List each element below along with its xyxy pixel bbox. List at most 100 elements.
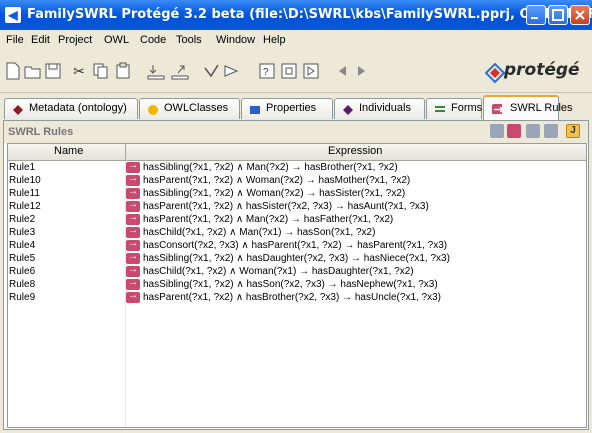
tab-owlclasses[interactable]: OWLClasses: [139, 98, 240, 119]
menu-bar: File Edit Project OWL Code Tools Window …: [0, 30, 592, 53]
table-row[interactable]: Rule5 hasSibling(?x1, ?x2) ∧ hasDaughter(…: [8, 251, 586, 265]
rules-list: Rule1 hasSibling(?x1, ?x2) ∧ Man(?x2) → h…: [8, 160, 586, 304]
table-row[interactable]: Rule9 hasParent(?x1, ?x2) ∧ hasBrother(?x…: [8, 290, 586, 304]
title-bar[interactable]: ◀ FamilySWRL Protégé 3.2 beta (file:\D:\…: [0, 0, 592, 30]
window-title: FamilySWRL Protégé 3.2 beta (file:\D:\SW…: [27, 7, 592, 22]
panel-title: SWRL Rules: [8, 126, 74, 138]
rule-arrow-icon: [492, 104, 502, 114]
view-rule-icon[interactable]: [490, 124, 504, 138]
copy-icon[interactable]: [92, 62, 110, 80]
rule-arrow-icon: [126, 160, 140, 173]
rule-expression: hasSibling(?x1, ?x2) ∧ Man(?x2) → hasBro…: [143, 162, 398, 173]
undo-icon[interactable]: [202, 62, 220, 80]
rule-expression: hasConsort(?x2, ?x3) ∧ hasParent(?x1, ?x…: [143, 240, 448, 251]
menu-window[interactable]: Window: [216, 34, 255, 46]
toolbar: ✂ ? protégé: [0, 52, 592, 93]
rule-name: Rule6: [9, 266, 36, 277]
rule-name: Rule1: [9, 162, 36, 173]
table-row[interactable]: Rule3 hasChild(?x1, ?x2) ∧ Man(?x1) → has…: [8, 225, 586, 239]
find-icon[interactable]: ?: [258, 62, 276, 80]
rule-arrow-icon: [126, 212, 140, 225]
rule-name: Rule11: [9, 188, 40, 199]
table-row[interactable]: Rule4 hasConsort(?x2, ?x3) ∧ hasParent(?x…: [8, 238, 586, 252]
table-row[interactable]: Rule6 hasChild(?x1, ?x2) ∧ Woman(?x1) → h…: [8, 264, 586, 278]
rule-expression: hasParent(?x1, ?x2) ∧ hasSister(?x2, ?x3…: [143, 201, 429, 212]
open-project-icon[interactable]: [24, 62, 42, 80]
rule-expression: hasParent(?x1, ?x2) ∧ Woman(?x2) → hasMo…: [143, 175, 411, 186]
diamond-icon: [13, 105, 23, 115]
swrl-rules-panel: SWRL Rules J Name Expression Rule1 hasSib…: [3, 120, 589, 430]
rule-expression: hasSibling(?x1, ?x2) ∧ hasSon(?x2, ?x3) …: [143, 279, 438, 290]
menu-file[interactable]: File: [6, 34, 24, 46]
insert-icon[interactable]: [146, 62, 165, 80]
rule-arrow-icon: [126, 199, 140, 212]
copy-rule-icon[interactable]: [526, 124, 540, 138]
paste-icon[interactable]: [114, 62, 132, 80]
rule-arrow-icon: [126, 225, 140, 238]
table-row[interactable]: Rule8 hasSibling(?x1, ?x2) ∧ hasSon(?x2, …: [8, 277, 586, 291]
rule-expression: hasChild(?x1, ?x2) ∧ Woman(?x1) → hasDau…: [143, 266, 414, 277]
maximize-button[interactable]: [548, 5, 568, 25]
table-row[interactable]: Rule1 hasSibling(?x1, ?x2) ∧ Man(?x2) → h…: [8, 160, 586, 174]
new-project-icon[interactable]: [4, 62, 22, 80]
rule-name: Rule10: [9, 175, 41, 186]
back-icon[interactable]: [334, 62, 352, 80]
tab-individuals[interactable]: Individuals: [334, 98, 425, 119]
rule-arrow-icon: [126, 251, 140, 264]
form-lines-icon: [435, 106, 445, 112]
close-button[interactable]: [570, 5, 590, 25]
rule-name: Rule8: [9, 279, 36, 290]
svg-text:?: ?: [263, 67, 269, 78]
table-row[interactable]: Rule2 hasParent(?x1, ?x2) ∧ Man(?x2) → ha…: [8, 212, 586, 226]
rule-expression: hasSibling(?x1, ?x2) ∧ hasDaughter(?x2, …: [143, 253, 450, 264]
redo-icon[interactable]: [222, 62, 240, 80]
menu-code[interactable]: Code: [140, 34, 166, 46]
menu-owl[interactable]: OWL: [104, 34, 129, 46]
rule-arrow-icon: [126, 290, 140, 303]
menu-project[interactable]: Project: [58, 34, 92, 46]
rule-arrow-icon: [126, 238, 140, 251]
tab-metadata[interactable]: Metadata (ontology): [4, 98, 138, 119]
table-row[interactable]: Rule11 hasSibling(?x1, ?x2) ∧ Woman(?x2) …: [8, 186, 586, 200]
rule-arrow-icon: [126, 186, 140, 199]
form-icon[interactable]: [280, 62, 298, 80]
menu-help[interactable]: Help: [263, 34, 286, 46]
jess-icon[interactable]: J: [566, 124, 580, 138]
rule-name: Rule9: [9, 292, 36, 303]
table-row[interactable]: Rule10 hasParent(?x1, ?x2) ∧ Woman(?x2) →…: [8, 173, 586, 187]
protege-logo-text: protégé: [504, 60, 580, 80]
table-header: Name Expression: [8, 144, 586, 161]
rule-name: Rule3: [9, 227, 36, 238]
save-project-icon[interactable]: [44, 62, 62, 80]
cut-icon[interactable]: ✂: [70, 62, 88, 80]
rule-expression: hasParent(?x1, ?x2) ∧ hasBrother(?x2, ?x…: [143, 292, 442, 303]
delete-rule-icon[interactable]: [544, 124, 558, 138]
tab-swrl-rules[interactable]: SWRL Rules: [483, 95, 573, 120]
export-icon[interactable]: [170, 62, 189, 80]
create-rule-icon[interactable]: [507, 124, 521, 138]
protege-logo-icon: [482, 62, 506, 84]
rect-icon: [250, 106, 260, 114]
circle-icon: [148, 105, 158, 115]
tab-strip: Metadata (ontology) OWLClasses Propertie…: [0, 95, 592, 121]
column-header-expression[interactable]: Expression: [328, 145, 382, 157]
rule-name: Rule4: [9, 240, 36, 251]
menu-tools[interactable]: Tools: [176, 34, 202, 46]
tab-forms[interactable]: Forms: [426, 98, 482, 119]
rule-name: Rule12: [9, 201, 41, 212]
rule-expression: hasParent(?x1, ?x2) ∧ Man(?x2) → hasFath…: [143, 214, 394, 225]
rule-name: Rule5: [9, 253, 36, 264]
app-icon[interactable]: ◀: [5, 7, 21, 23]
rule-expression: hasSibling(?x1, ?x2) ∧ Woman(?x2) → hasS…: [143, 188, 406, 199]
rule-arrow-icon: [126, 277, 140, 290]
browse-icon[interactable]: [302, 62, 320, 80]
rule-arrow-icon: [126, 264, 140, 277]
minimize-button[interactable]: [526, 5, 546, 25]
menu-edit[interactable]: Edit: [31, 34, 50, 46]
forward-icon[interactable]: [352, 62, 370, 80]
panel-header: SWRL Rules J: [4, 121, 588, 143]
tab-properties[interactable]: Properties: [241, 98, 333, 119]
table-row[interactable]: Rule12 hasParent(?x1, ?x2) ∧ hasSister(?x…: [8, 199, 586, 213]
rule-arrow-icon: [126, 173, 140, 186]
column-header-name[interactable]: Name: [54, 145, 83, 157]
